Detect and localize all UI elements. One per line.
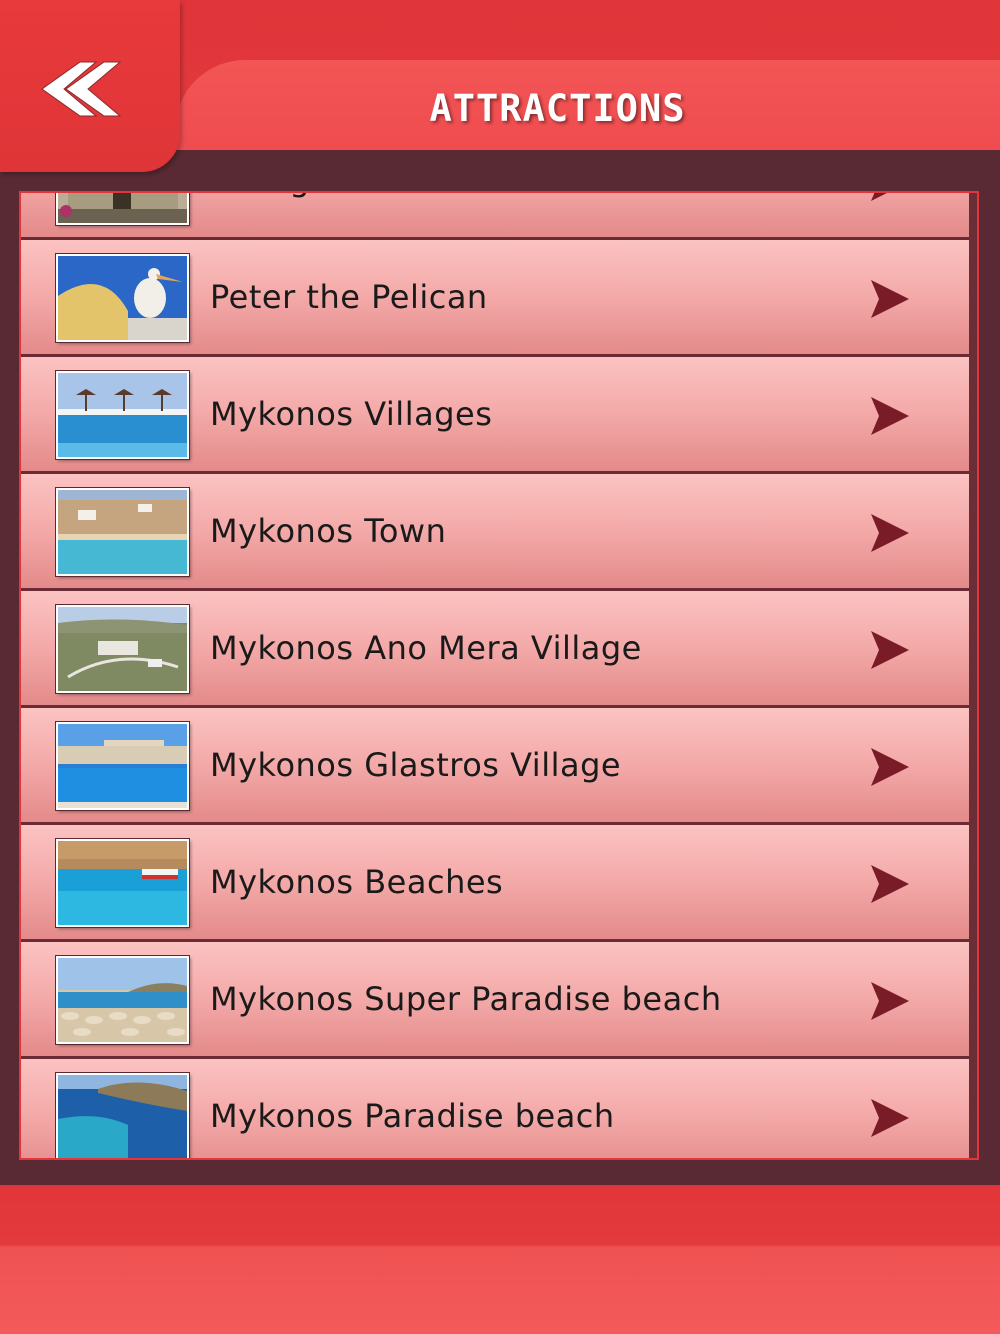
monastery-thumbnail bbox=[56, 193, 189, 225]
back-button[interactable] bbox=[0, 0, 180, 172]
list-item-mykonos-ano-mera-village[interactable]: Mykonos Ano Mera Village bbox=[21, 591, 969, 708]
attractions-list[interactable]: Panagia Tourliani Peter the Pelican bbox=[19, 191, 979, 1160]
footer-bar bbox=[0, 1185, 1000, 1334]
list-item-label: Mykonos Villages bbox=[210, 395, 493, 433]
list-item-label: Peter the Pelican bbox=[210, 278, 488, 316]
pelican-thumbnail bbox=[56, 254, 189, 342]
play-arrow-right-icon[interactable] bbox=[869, 746, 911, 788]
pool-umbrellas-thumbnail bbox=[56, 371, 189, 459]
double-chevron-left-icon bbox=[41, 61, 122, 117]
list-item-label: Panagia Tourliani bbox=[210, 193, 489, 199]
list-item-mykonos-villages[interactable]: Mykonos Villages bbox=[21, 357, 969, 474]
list-item-peter-the-pelican[interactable]: Peter the Pelican bbox=[21, 240, 969, 357]
bay-thumbnail bbox=[56, 1073, 189, 1158]
boat-sea-thumbnail bbox=[56, 839, 189, 927]
list-item-label: Mykonos Paradise beach bbox=[210, 1097, 615, 1135]
page-title: ATTRACTIONS bbox=[429, 87, 686, 130]
play-arrow-right-icon[interactable] bbox=[869, 191, 911, 203]
list-item-mykonos-super-paradise-beach[interactable]: Mykonos Super Paradise beach bbox=[21, 942, 969, 1059]
list-item-label: Mykonos Beaches bbox=[210, 863, 504, 901]
list-item-mykonos-paradise-beach[interactable]: Mykonos Paradise beach bbox=[21, 1059, 969, 1158]
list-scroll-content[interactable]: Panagia Tourliani Peter the Pelican bbox=[21, 191, 977, 1158]
play-arrow-right-icon[interactable] bbox=[869, 980, 911, 1022]
list-item-label: Mykonos Super Paradise beach bbox=[210, 980, 722, 1018]
play-arrow-right-icon[interactable] bbox=[869, 395, 911, 437]
village-hills-thumbnail bbox=[56, 605, 189, 693]
umbrella-beach-thumbnail bbox=[56, 956, 189, 1044]
play-arrow-right-icon[interactable] bbox=[869, 1097, 911, 1139]
list-item-mykonos-glastros-village[interactable]: Mykonos Glastros Village bbox=[21, 708, 969, 825]
play-arrow-right-icon[interactable] bbox=[869, 863, 911, 905]
list-item-panagia-tourliani[interactable]: Panagia Tourliani bbox=[21, 191, 969, 240]
list-item-label: Mykonos Glastros Village bbox=[210, 746, 622, 784]
list-item-mykonos-beaches[interactable]: Mykonos Beaches bbox=[21, 825, 969, 942]
hotel-pool-thumbnail bbox=[56, 722, 189, 810]
beach-town-thumbnail bbox=[56, 488, 189, 576]
list-item-label: Mykonos Ano Mera Village bbox=[210, 629, 642, 667]
list-item-label: Mykonos Town bbox=[210, 512, 447, 550]
play-arrow-right-icon[interactable] bbox=[869, 629, 911, 671]
footer-divider bbox=[0, 1160, 1000, 1185]
play-arrow-right-icon[interactable] bbox=[869, 278, 911, 320]
list-item-mykonos-town[interactable]: Mykonos Town bbox=[21, 474, 969, 591]
play-arrow-right-icon[interactable] bbox=[869, 512, 911, 554]
